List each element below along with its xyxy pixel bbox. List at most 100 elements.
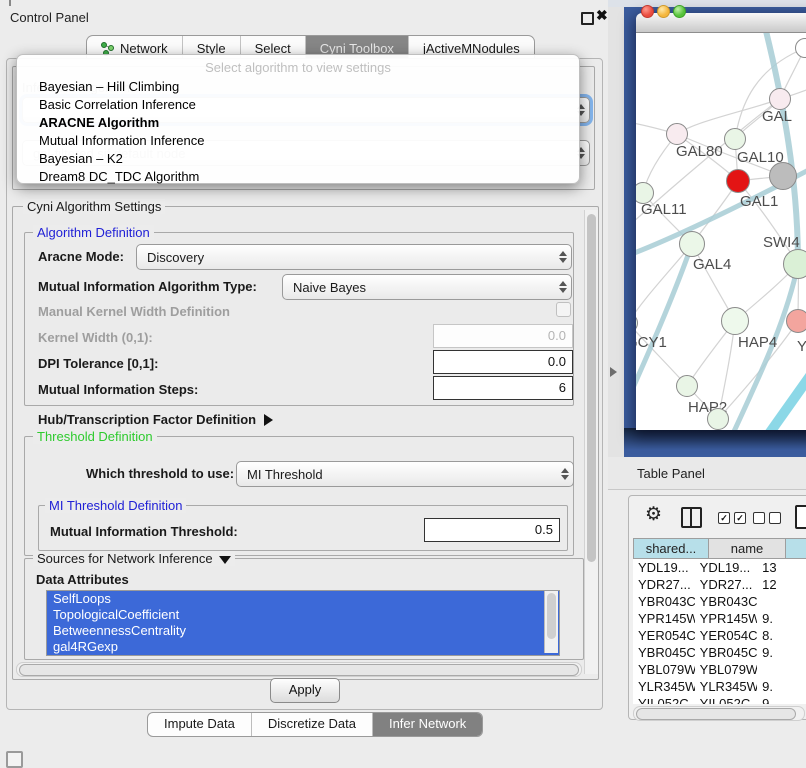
combo-stepper-icon	[555, 281, 571, 293]
data-attributes-list: SelfLoopsTopologicalCoefficientBetweenne…	[46, 590, 560, 656]
mac-zoom-icon[interactable]	[673, 5, 686, 18]
network-node[interactable]	[783, 249, 806, 279]
threshold-definition-title: Threshold Definition	[33, 429, 157, 444]
combo-stepper-icon	[555, 251, 571, 263]
network-node[interactable]	[721, 307, 749, 335]
table-cell: YER054C	[695, 627, 757, 644]
apply-button[interactable]: Apply	[270, 678, 340, 703]
algorithm-option[interactable]: Bayesian – K2	[23, 150, 573, 168]
table-cell: YBL079W	[695, 661, 757, 678]
tab-infer-network[interactable]: Infer Network	[373, 713, 482, 736]
aracne-mode-label: Aracne Mode:	[38, 249, 124, 264]
table-row[interactable]: YIL052CYIL052C9	[633, 695, 806, 704]
algorithm-option[interactable]: ARACNE Algorithm	[23, 114, 573, 132]
attribute-item[interactable]: SelfLoops	[47, 591, 559, 607]
kernel-width-label: Kernel Width (0,1):	[38, 330, 153, 345]
table-cell: YPR145W	[695, 610, 757, 627]
table-hscrollbar-thumb[interactable]	[636, 708, 796, 720]
table-row[interactable]: YBR043CYBR043C	[633, 593, 806, 610]
network-node[interactable]	[676, 375, 698, 397]
close-icon[interactable]: ✖	[596, 7, 608, 24]
kernel-width-field[interactable]: 0.0	[433, 324, 573, 348]
table-header-row: shared...nameA	[633, 538, 806, 559]
which-threshold-combo[interactable]: MI Threshold	[236, 461, 574, 487]
split-expand-icon[interactable]	[610, 367, 617, 377]
settings-horizontal-scrollbar[interactable]	[16, 662, 582, 677]
mi-steps-field[interactable]: 6	[433, 376, 573, 400]
network-canvas[interactable]: GALGAL80GAL10GAL1GAL11GAL4SWI4GCY1HAP4YH…	[636, 33, 806, 430]
table-cell: YBL079W	[633, 661, 695, 678]
page-icon[interactable]	[795, 505, 806, 529]
network-node[interactable]	[786, 309, 806, 333]
table-cell: YDL19...	[633, 559, 695, 576]
settings-scrollbar-thumb[interactable]	[587, 214, 596, 562]
network-node[interactable]	[724, 128, 746, 150]
table-cell: YBR045C	[695, 644, 757, 661]
manual-kernel-label: Manual Kernel Width Definition	[38, 304, 230, 319]
column-header-name[interactable]: name	[709, 538, 786, 559]
mac-close-icon[interactable]	[641, 5, 654, 18]
settings-vertical-scrollbar[interactable]	[584, 210, 598, 674]
window-shadow	[624, 428, 806, 457]
aracne-mode-combo[interactable]: Discovery	[136, 244, 572, 270]
dpi-tolerance-field[interactable]: 0.0	[433, 350, 573, 374]
detached-panel-button[interactable]	[6, 751, 23, 768]
hub-definition-toggle[interactable]: Hub/Transcription Factor Definition	[38, 412, 273, 427]
table-cell: YBR045C	[633, 644, 695, 661]
table-horizontal-scrollbar[interactable]	[633, 706, 805, 721]
tab-impute-data[interactable]: Impute Data	[148, 713, 252, 736]
select-all-columns-icon[interactable]: ✓✓	[718, 512, 746, 524]
split-pane-divider[interactable]	[608, 7, 625, 457]
table-row[interactable]: YDL19...YDL19...13	[633, 559, 806, 576]
manual-kernel-checkbox[interactable]	[556, 302, 571, 317]
mac-minimize-icon[interactable]	[657, 5, 670, 18]
table-row[interactable]: YDR27...YDR27...12	[633, 576, 806, 593]
network-node-label: GAL11	[641, 201, 687, 218]
tab-discretize-data[interactable]: Discretize Data	[252, 713, 373, 736]
table-cell: 9.	[757, 610, 806, 627]
table-cell: YBR043C	[695, 593, 757, 610]
mi-threshold-field[interactable]: 0.5	[424, 518, 560, 542]
table-cell: YLR345W	[633, 678, 695, 695]
mi-type-combo[interactable]: Naive Bayes	[282, 274, 572, 300]
network-node[interactable]	[666, 123, 688, 145]
settings-hscrollbar-thumb[interactable]	[19, 664, 579, 676]
table-row[interactable]: YBL079WYBL079W	[633, 661, 806, 678]
table-row[interactable]: YBR045CYBR045C9.	[633, 644, 806, 661]
popup-placeholder: Select algorithm to view settings	[17, 60, 579, 75]
algorithm-option[interactable]: Bayesian – Hill Climbing	[23, 78, 573, 96]
network-node[interactable]	[769, 88, 791, 110]
algorithm-option[interactable]: Dream8 DC_TDC Algorithm	[23, 168, 573, 186]
algorithm-option[interactable]: Basic Correlation Inference	[23, 96, 573, 114]
network-node-label: GAL	[762, 108, 792, 125]
network-node-label: GAL80	[676, 143, 723, 160]
attributes-scrollbar-thumb[interactable]	[547, 593, 556, 639]
sources-group-title[interactable]: Sources for Network Inference	[33, 551, 235, 566]
attribute-item[interactable]: gal4RGexp	[47, 639, 559, 655]
float-window-icon[interactable]	[581, 12, 594, 25]
column-header-a[interactable]: A	[786, 538, 806, 559]
columns-icon[interactable]	[681, 507, 702, 528]
control-panel-titlebar: Control Panel ✖	[0, 0, 608, 32]
table-row[interactable]: YPR145WYPR145W9.	[633, 610, 806, 627]
table-row[interactable]: YLR345WYLR345W9.	[633, 678, 806, 695]
gear-icon[interactable]: ⚙	[645, 505, 662, 524]
table-cell: 9.	[757, 644, 806, 661]
network-node[interactable]	[707, 408, 729, 430]
network-node[interactable]	[679, 231, 705, 257]
network-node-label: GAL4	[693, 256, 731, 273]
network-node[interactable]	[769, 162, 797, 190]
algorithm-option[interactable]: Mutual Information Inference	[23, 132, 573, 150]
attribute-item[interactable]: BetweennessCentrality	[47, 623, 559, 639]
network-view-window: GALGAL80GAL10GAL1GAL11GAL4SWI4GCY1HAP4YH…	[636, 13, 806, 430]
control-panel-title: Control Panel	[10, 10, 89, 25]
table-cell: 13	[757, 559, 806, 576]
dpi-tolerance-label: DPI Tolerance [0,1]:	[38, 356, 158, 371]
table-row[interactable]: YER054CYER054C8.	[633, 627, 806, 644]
attribute-item[interactable]: TopologicalCoefficient	[47, 607, 559, 623]
deselect-all-columns-icon[interactable]	[753, 512, 781, 524]
network-node-label: GCY1	[636, 334, 667, 351]
column-header-shared[interactable]: shared...	[633, 538, 709, 559]
network-node[interactable]	[726, 169, 750, 193]
attributes-scrollbar[interactable]	[544, 591, 558, 653]
